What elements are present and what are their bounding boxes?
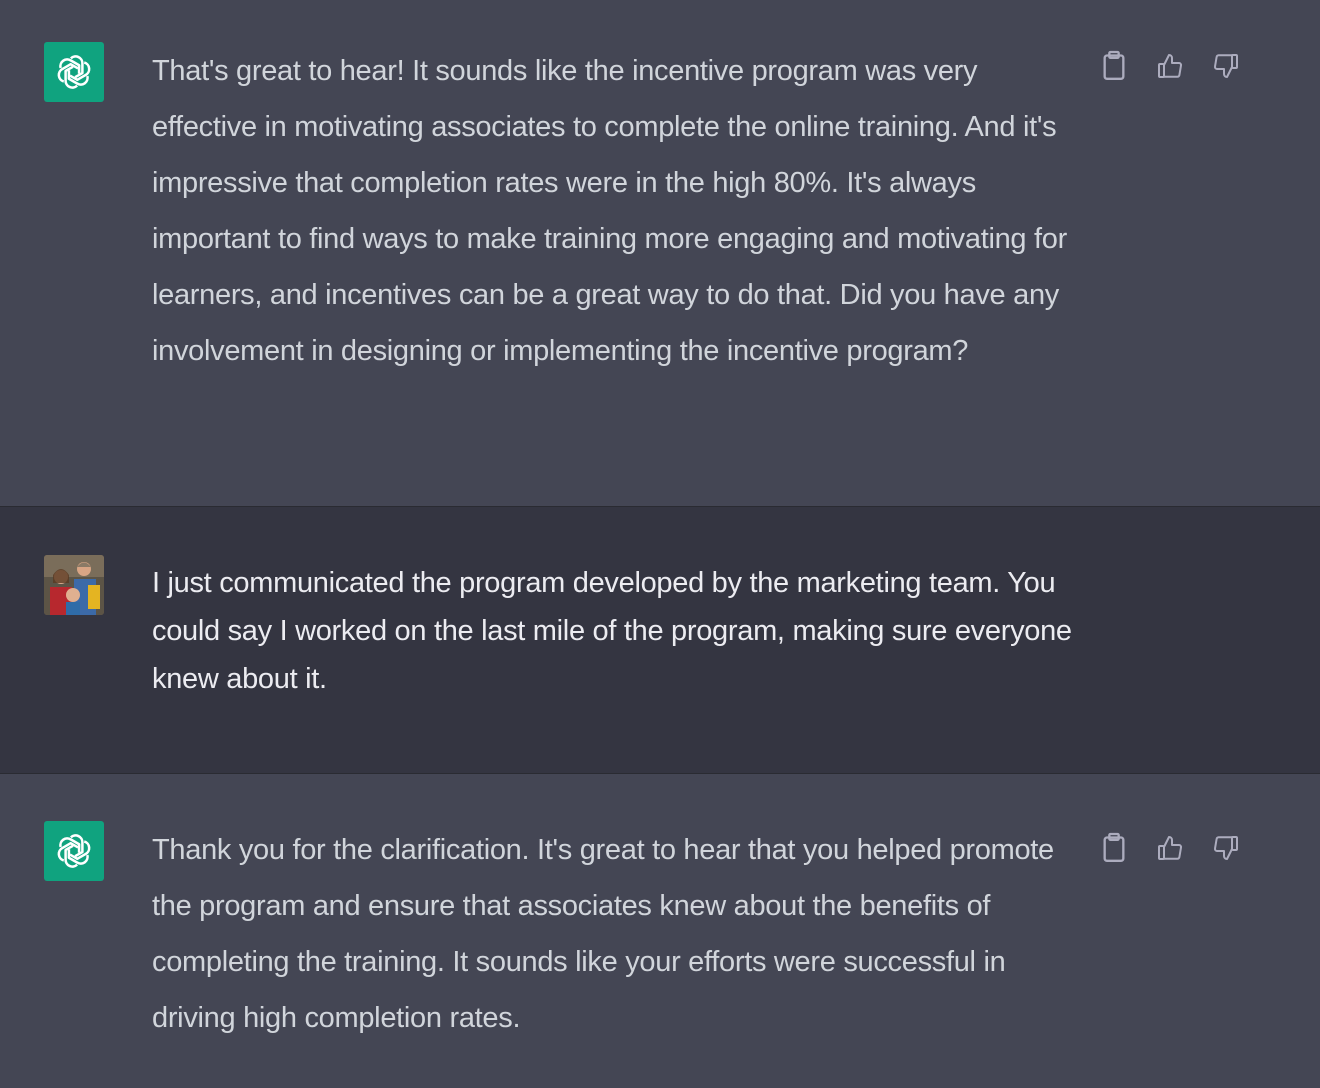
assistant-message-row: Thank you for the clarification. It's gr… — [0, 774, 1320, 1088]
thumbs-up-button[interactable] — [1156, 830, 1184, 866]
openai-logo-icon — [44, 821, 104, 881]
assistant-message-text: That's great to hear! It sounds like the… — [152, 55, 1067, 367]
message-actions — [1100, 48, 1254, 84]
thumbs-down-icon — [1213, 54, 1238, 78]
thumbs-down-icon — [1213, 836, 1238, 860]
thumbs-up-icon — [1158, 54, 1183, 78]
user-message-row: I just communicated the program develope… — [0, 506, 1320, 774]
thumbs-down-button[interactable] — [1212, 830, 1240, 866]
openai-logo-icon — [44, 42, 104, 102]
clipboard-icon — [1103, 50, 1125, 80]
user-message-text: I just communicated the program develope… — [152, 567, 1072, 695]
user-photo-avatar — [44, 555, 104, 615]
clipboard-icon — [1103, 832, 1125, 862]
copy-button[interactable] — [1100, 48, 1128, 84]
copy-button[interactable] — [1100, 830, 1128, 866]
thumbs-down-button[interactable] — [1212, 48, 1240, 84]
assistant-message-row: That's great to hear! It sounds like the… — [0, 0, 1320, 506]
thumbs-up-button[interactable] — [1156, 48, 1184, 84]
assistant-message-text: Thank you for the clarification. It's gr… — [152, 834, 1054, 1034]
thumbs-up-icon — [1158, 836, 1183, 860]
message-actions — [1100, 830, 1254, 866]
